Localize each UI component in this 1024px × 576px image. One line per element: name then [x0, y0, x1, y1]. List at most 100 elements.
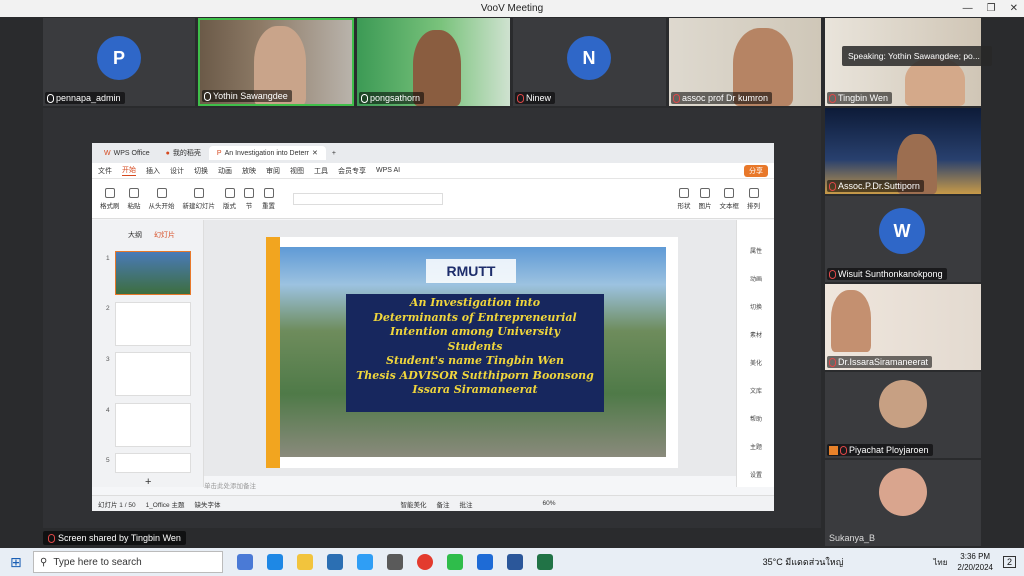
participant-tile[interactable]: P pennapa_admin	[43, 18, 195, 106]
tab-slides[interactable]: 幻灯片	[154, 230, 175, 240]
menu-slideshow[interactable]: 放映	[242, 166, 256, 176]
add-slide-icon[interactable]: +	[145, 476, 151, 488]
notifications-icon[interactable]: 2	[1002, 556, 1016, 568]
shape-button[interactable]: 形状	[678, 187, 691, 210]
menu-insert[interactable]: 插入	[146, 166, 160, 176]
new-tab-icon[interactable]: +	[332, 150, 336, 157]
participant-name: Assoc.P.Dr.Suttiporn	[838, 181, 920, 191]
participant-tile-active[interactable]: Yothin Sawangdee	[198, 18, 354, 106]
help-button[interactable]: 帮助	[737, 414, 774, 423]
search-icon: ⚲	[40, 556, 48, 568]
chrome-icon[interactable]	[417, 554, 433, 570]
section-button[interactable]: 节	[244, 187, 254, 210]
participant-tile[interactable]: Dr.IssaraSiramaneerat	[825, 284, 981, 370]
slide-thumbnail[interactable]	[115, 302, 191, 346]
edge-icon[interactable]	[267, 554, 283, 570]
minimize-icon[interactable]: —	[963, 0, 973, 17]
slide-number: 3	[106, 356, 110, 363]
participant-tile[interactable]: Sukanya_B	[825, 460, 981, 546]
menu-home[interactable]: 开始	[122, 165, 136, 176]
tab-wps-office[interactable]: W WPS Office	[96, 147, 158, 160]
tab-outline[interactable]: 大纲	[128, 230, 142, 240]
app-icon[interactable]	[357, 554, 373, 570]
slide-thumbnail[interactable]	[115, 453, 191, 473]
maximize-icon[interactable]: ❐	[987, 0, 996, 17]
voov-icon[interactable]	[477, 554, 493, 570]
material-button[interactable]: 素材	[737, 330, 774, 339]
app-icon[interactable]	[387, 554, 403, 570]
tab-presentation[interactable]: P An Investigation into Deterr ✕	[208, 146, 326, 160]
slide-number: 2	[106, 305, 110, 312]
menu-file[interactable]: 文件	[98, 166, 112, 176]
notes-button[interactable]: 备注	[436, 499, 449, 509]
menu-wps-ai[interactable]: WPS AI	[376, 167, 400, 174]
task-view-icon[interactable]	[237, 554, 253, 570]
participant-tile[interactable]: assoc prof Dr kumron	[669, 18, 821, 106]
person-silhouette	[831, 290, 871, 352]
theme-button[interactable]: 主题	[737, 442, 774, 451]
settings-button[interactable]: 设置	[737, 470, 774, 479]
slide-thumbnail[interactable]	[115, 251, 191, 295]
from-start-button[interactable]: 从头开始	[149, 187, 175, 210]
slide-thumbnail[interactable]	[115, 403, 191, 447]
file-explorer-icon[interactable]	[297, 554, 313, 570]
participant-tile[interactable]: Assoc.P.Dr.Suttiporn	[825, 108, 981, 194]
arrange-button[interactable]: 排列	[747, 187, 760, 210]
windows-taskbar: ⊞ ⚲ Type here to search 35°C มีแดดส่วนให…	[0, 548, 1024, 576]
participant-name: Piyachat Ployjaroen	[849, 445, 929, 455]
menu-design[interactable]: 设计	[170, 166, 184, 176]
menu-tools[interactable]: 工具	[314, 166, 328, 176]
participant-tile[interactable]: pongsathorn	[357, 18, 510, 106]
current-slide[interactable]: RMUTT An Investigation into Determinants…	[266, 237, 678, 468]
transition-button[interactable]: 切换	[737, 302, 774, 311]
clock[interactable]: 3:36 PM 2/20/2024	[957, 551, 993, 573]
excel-icon[interactable]	[537, 554, 553, 570]
wps-tabbar: W WPS Office ● 我的稻壳 P An Investigation into…	[92, 143, 774, 163]
share-button[interactable]: 分享	[744, 164, 768, 177]
menu-animation[interactable]: 动画	[218, 166, 232, 176]
textbox-button[interactable]: 文本框	[720, 187, 739, 210]
comments-button[interactable]: 批注	[459, 499, 472, 509]
picture-button[interactable]: 图片	[699, 187, 712, 210]
paste-button[interactable]: 粘贴	[128, 187, 141, 210]
menu-review[interactable]: 审阅	[266, 166, 280, 176]
menu-transition[interactable]: 切换	[194, 166, 208, 176]
zoom-level[interactable]: 60%	[542, 500, 555, 507]
slide-canvas: RMUTT An Investigation into Determinants…	[204, 220, 736, 476]
font-select[interactable]	[293, 192, 443, 205]
start-button[interactable]: ⊞	[10, 554, 22, 571]
wps-statusbar: 幻灯片 1 / 50 1_Office 主题 缺失字体 智能美化 备注 批注 6…	[92, 495, 774, 511]
beautify-button[interactable]: 美化	[737, 358, 774, 367]
format-painter-button[interactable]: 格式刷	[100, 187, 120, 210]
library-button[interactable]: 文库	[737, 386, 774, 395]
weather-widget[interactable]: 35°C มีแดดส่วนใหญ่	[763, 555, 844, 569]
slide-title-line: Intention among University	[389, 325, 561, 338]
taskbar-search[interactable]: ⚲ Type here to search	[33, 551, 223, 573]
close-icon[interactable]: ✕	[1010, 0, 1018, 17]
menu-member[interactable]: 会员专享	[338, 166, 366, 176]
slide-title-box: An Investigation into Determinants of En…	[346, 294, 604, 412]
participant-tile[interactable]: N Ninew	[513, 18, 666, 106]
layout-button[interactable]: 版式	[223, 187, 236, 210]
participant-name: pongsathorn	[370, 93, 421, 103]
new-slide-button[interactable]: 新建幻灯片	[183, 187, 215, 210]
participant-tile[interactable]: Piyachat Ployjaroen	[825, 372, 981, 458]
participant-name: Dr.IssaraSiramaneerat	[838, 357, 929, 367]
language-indicator[interactable]: ไทย	[933, 556, 947, 569]
slide-number: 4	[106, 407, 110, 414]
slide-thumbnail[interactable]	[115, 352, 191, 396]
window-title: VooV Meeting	[480, 3, 544, 14]
word-icon[interactable]	[507, 554, 523, 570]
line-icon[interactable]	[447, 554, 463, 570]
participant-tile[interactable]: W Wisuit Sunthonkanokpong	[825, 196, 981, 282]
reset-button[interactable]: 重置	[262, 187, 275, 210]
mail-icon[interactable]	[327, 554, 343, 570]
wps-ribbon: 格式刷 粘贴 从头开始 新建幻灯片 版式 节 重置 形状 图片 文本框 排列	[92, 179, 774, 219]
properties-button[interactable]: 属性	[737, 246, 774, 255]
animation-button[interactable]: 动画	[737, 274, 774, 283]
menu-view[interactable]: 视图	[290, 166, 304, 176]
missing-font[interactable]: 缺失字体	[194, 499, 220, 509]
smart-beautify-button[interactable]: 智能美化	[400, 499, 426, 509]
notes-placeholder[interactable]: 单击此处添加备注	[204, 480, 256, 490]
tab-docer[interactable]: ● 我的稻壳	[158, 145, 209, 161]
